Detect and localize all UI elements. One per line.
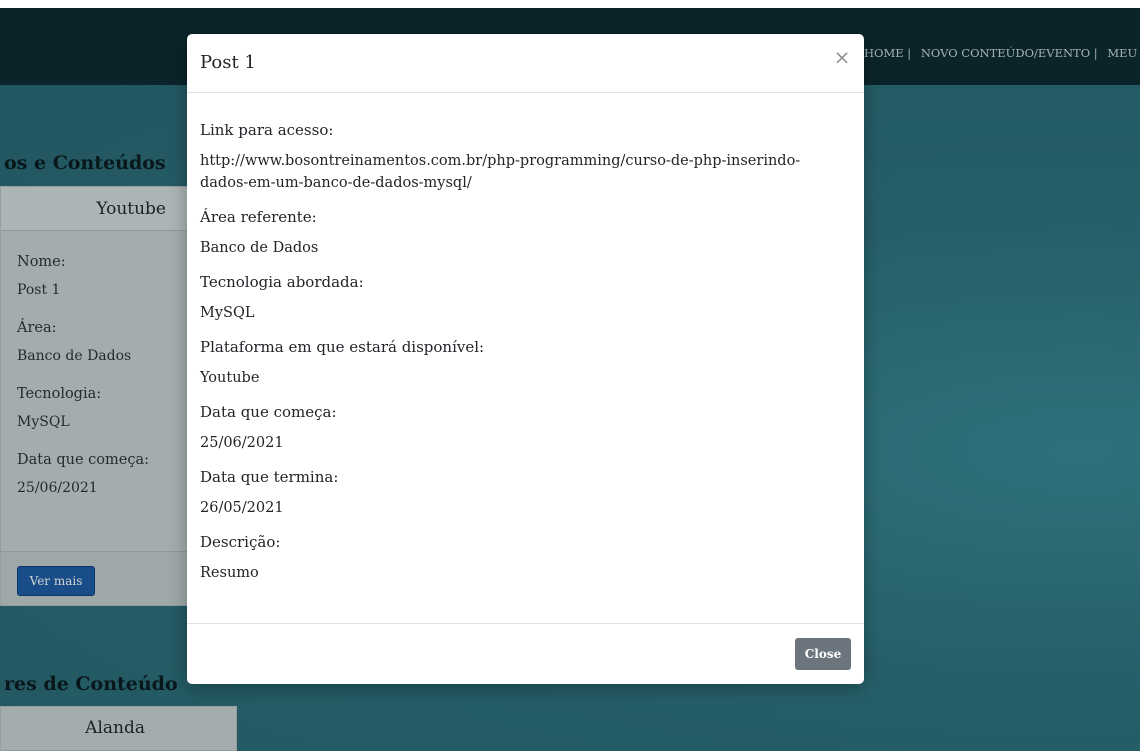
modal-value-area: Banco de Dados	[200, 240, 319, 256]
modal-label-data-termina: Data que termina:	[200, 468, 339, 486]
modal-label-area: Área referente:	[200, 208, 317, 226]
post-detail-modal: Post 1 × Link para acesso: http://www.bo…	[187, 34, 864, 684]
modal-label-tecnologia: Tecnologia abordada:	[200, 273, 364, 291]
top-strip	[0, 0, 1140, 8]
modal-value-plataforma: Youtube	[200, 370, 260, 386]
modal-value-data-comeca: 25/06/2021	[200, 435, 284, 451]
modal-body: Link para acesso: http://www.bosontreina…	[187, 93, 864, 584]
modal-value-data-termina: 26/05/2021	[200, 500, 284, 516]
modal-label-link: Link para acesso:	[200, 121, 334, 139]
modal-title: Post 1	[200, 52, 256, 73]
close-icon[interactable]: ×	[832, 45, 852, 69]
modal-header: Post 1 ×	[187, 34, 864, 93]
modal-label-data-comeca: Data que começa:	[200, 403, 337, 421]
modal-label-descricao: Descrição:	[200, 533, 281, 551]
modal-value-link[interactable]: http://www.bosontreinamentos.com.br/php-…	[200, 150, 840, 194]
modal-value-tecnologia: MySQL	[200, 305, 255, 321]
close-button[interactable]: Close	[795, 638, 851, 670]
modal-value-descricao: Resumo	[200, 565, 259, 581]
modal-label-plataforma: Plataforma em que estará disponível:	[200, 338, 485, 356]
modal-footer: Close	[187, 623, 864, 684]
